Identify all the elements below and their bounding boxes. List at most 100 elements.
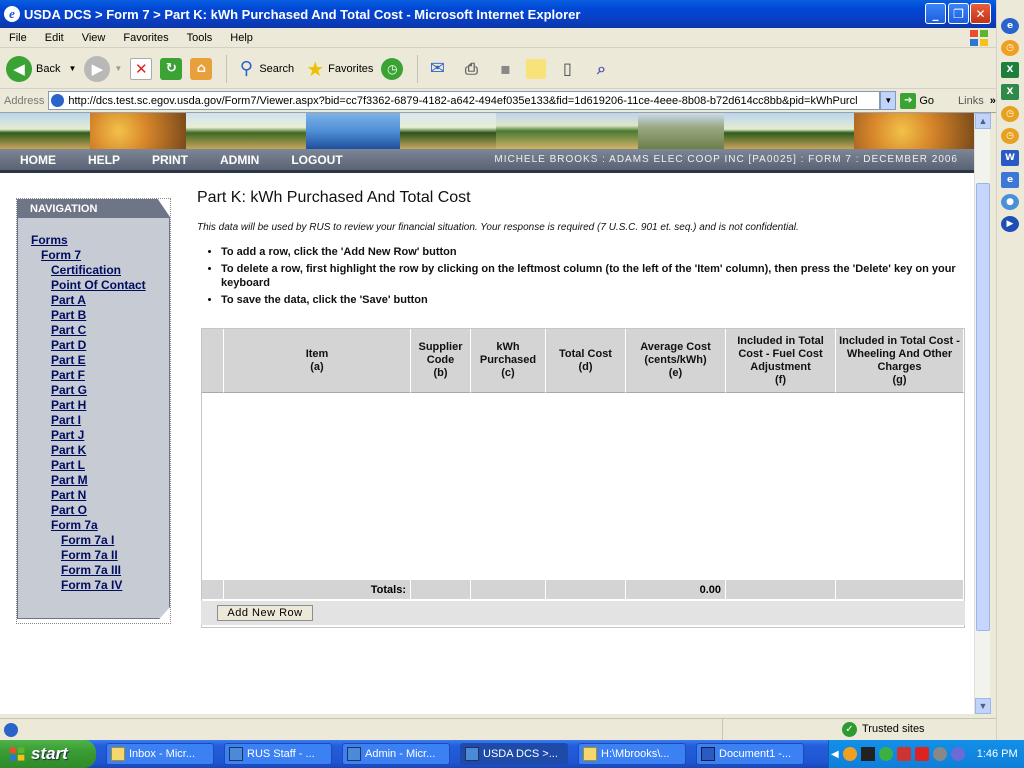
address-dropdown-icon[interactable]: ▼ xyxy=(880,91,897,110)
task-document1[interactable]: Document1 -... xyxy=(696,743,804,765)
nav-item-form-7a-i[interactable]: Form 7a I xyxy=(61,533,114,547)
nav-form7-link[interactable]: Form 7 xyxy=(41,248,81,262)
clock-tray-icon[interactable] xyxy=(842,747,857,761)
nav-home-link[interactable]: HOME xyxy=(0,153,56,167)
nav-item-certification[interactable]: Certification xyxy=(51,263,121,277)
nav-item-form-7a-iv[interactable]: Form 7a IV xyxy=(61,578,122,592)
tray-expand-icon[interactable]: ◀ xyxy=(831,749,839,760)
nav-item-part-b[interactable]: Part B xyxy=(51,308,86,322)
start-button[interactable]: start xyxy=(0,740,96,768)
media-player-icon[interactable]: ▶ xyxy=(1001,216,1019,232)
column-header-total-cost[interactable]: Total Cost (d) xyxy=(546,329,626,393)
task-rus-staff[interactable]: RUS Staff - ... xyxy=(224,743,332,765)
print-icon[interactable]: ⎙ xyxy=(458,56,484,82)
task-admin[interactable]: Admin - Micr... xyxy=(342,743,450,765)
nav-item-form-7a-ii[interactable]: Form 7a II xyxy=(61,548,118,562)
clock-icon[interactable]: ◷ xyxy=(1001,128,1019,144)
nav-logout-link[interactable]: LOGOUT xyxy=(271,153,342,167)
nav-item-part-i[interactable]: Part I xyxy=(51,413,81,427)
nav-item-part-m[interactable]: Part M xyxy=(51,473,88,487)
nav-item-part-k[interactable]: Part K xyxy=(51,443,86,457)
ie-icon[interactable]: e xyxy=(1001,18,1019,34)
excel-icon[interactable]: X xyxy=(1001,84,1019,100)
instruction-item: To add a row, click the 'Add New Row' bu… xyxy=(221,245,966,259)
nav-item-part-o[interactable]: Part O xyxy=(51,503,87,517)
nav-admin-link[interactable]: ADMIN xyxy=(200,153,259,167)
go-button[interactable]: ➔ Go xyxy=(900,92,934,109)
nav-item-part-f[interactable]: Part F xyxy=(51,368,85,382)
column-header-average-cost[interactable]: Average Cost (cents/kWh) (e) xyxy=(626,329,726,393)
nav-item-form-7a-iii[interactable]: Form 7a III xyxy=(61,563,121,577)
security-tray-icon[interactable] xyxy=(896,747,911,761)
links-label[interactable]: Links xyxy=(958,95,984,107)
back-button[interactable]: ◀ Back ▼ xyxy=(6,55,76,82)
nav-item-part-a[interactable]: Part A xyxy=(51,293,86,307)
task-inbox[interactable]: Inbox - Micr... xyxy=(106,743,214,765)
address-input[interactable]: http://dcs.test.sc.egov.usda.gov/Form7/V… xyxy=(48,91,881,110)
maximize-button[interactable]: ❐ xyxy=(948,3,969,24)
nav-item-part-n[interactable]: Part N xyxy=(51,488,86,502)
research-icon[interactable]: ⌕ xyxy=(588,56,614,82)
excel-icon[interactable]: X xyxy=(1001,62,1019,78)
nav-item-part-h[interactable]: Part H xyxy=(51,398,86,412)
row-selector-header[interactable] xyxy=(202,329,224,393)
favorites-button[interactable]: ★ Favorites xyxy=(302,56,373,82)
column-header-kwh-purchased[interactable]: kWh Purchased (c) xyxy=(471,329,546,393)
word-icon[interactable]: W xyxy=(1001,150,1019,166)
menu-help[interactable]: Help xyxy=(221,32,262,44)
nav-item-part-e[interactable]: Part E xyxy=(51,353,86,367)
scroll-up-icon[interactable]: ▲ xyxy=(975,113,991,129)
scroll-thumb[interactable] xyxy=(976,183,990,631)
column-header-supplier-code[interactable]: Supplier Code (b) xyxy=(411,329,471,393)
menu-favorites[interactable]: Favorites xyxy=(114,32,177,44)
clock-icon[interactable]: ◷ xyxy=(1001,40,1019,56)
links-expand-icon[interactable]: » xyxy=(990,95,996,107)
data-grid[interactable]: Item (a) Supplier Code (b) kWh Purchased (c… xyxy=(201,328,965,628)
note-icon[interactable] xyxy=(526,58,547,79)
nav-item-point-of-contact[interactable]: Point Of Contact xyxy=(51,278,146,292)
nav-item-part-g[interactable]: Part G xyxy=(51,383,87,397)
mail-icon[interactable]: ✉ xyxy=(424,56,450,82)
antivirus-tray-icon[interactable] xyxy=(914,747,929,761)
messenger-icon[interactable]: ▯ xyxy=(554,56,580,82)
window-title: USDA DCS > Form 7 > Part K: kWh Purchase… xyxy=(24,6,581,22)
scroll-down-icon[interactable]: ▼ xyxy=(975,698,991,714)
task-usda-dcs[interactable]: USDA DCS >... xyxy=(460,743,568,765)
refresh-icon[interactable]: ↻ xyxy=(160,57,183,80)
menu-tools[interactable]: Tools xyxy=(178,32,222,44)
nav-item-part-d[interactable]: Part D xyxy=(51,338,86,352)
add-new-row-button[interactable]: Add New Row xyxy=(217,605,313,621)
menu-edit[interactable]: Edit xyxy=(36,32,73,44)
task-mbrooks-folder[interactable]: H:\Mbrooks\... xyxy=(578,743,686,765)
edit-icon[interactable]: ▪ xyxy=(492,56,518,82)
forward-button[interactable]: ▶ ▼ xyxy=(84,55,122,82)
nav-print-link[interactable]: PRINT xyxy=(132,153,188,167)
nav-item-part-j[interactable]: Part J xyxy=(51,428,84,442)
window-title-bar[interactable]: e USDA DCS > Form 7 > Part K: kWh Purcha… xyxy=(0,0,1024,28)
nav-item-part-l[interactable]: Part L xyxy=(51,458,85,472)
search-button[interactable]: ⚲ Search xyxy=(233,56,294,82)
column-header-item[interactable]: Item (a) xyxy=(224,329,411,393)
network-tray-icon[interactable] xyxy=(878,747,893,761)
user-icon[interactable]: ● xyxy=(1001,194,1019,210)
alert-tray-icon[interactable] xyxy=(860,747,875,761)
history-icon[interactable]: ◷ xyxy=(381,57,404,80)
menu-file[interactable]: File xyxy=(0,32,36,44)
vertical-scrollbar[interactable]: ▲ ▼ xyxy=(974,113,991,714)
nav-help-link[interactable]: HELP xyxy=(68,153,120,167)
stop-icon[interactable]: ✕ xyxy=(130,57,153,80)
volume-tray-icon[interactable] xyxy=(950,747,965,761)
nav-item-part-c[interactable]: Part C xyxy=(51,323,86,337)
nav-forms-link[interactable]: Forms xyxy=(31,233,68,247)
update-tray-icon[interactable] xyxy=(932,747,947,761)
explorer-icon[interactable]: e xyxy=(1001,172,1019,188)
menu-view[interactable]: View xyxy=(73,32,115,44)
clock-icon[interactable]: ◷ xyxy=(1001,106,1019,122)
home-icon[interactable]: ⌂ xyxy=(190,57,213,80)
column-header-wheeling-charges[interactable]: Included in Total Cost - Wheeling And Ot… xyxy=(836,329,964,393)
nav-item-form-7a[interactable]: Form 7a xyxy=(51,518,98,532)
close-button[interactable]: ✕ xyxy=(970,3,991,24)
minimize-button[interactable]: _ xyxy=(925,3,946,24)
page-viewport[interactable]: HOME HELP PRINT ADMIN LOGOUT MICHELE BRO… xyxy=(0,113,974,714)
column-header-fuel-cost-adjustment[interactable]: Included in Total Cost - Fuel Cost Adjus… xyxy=(726,329,836,393)
